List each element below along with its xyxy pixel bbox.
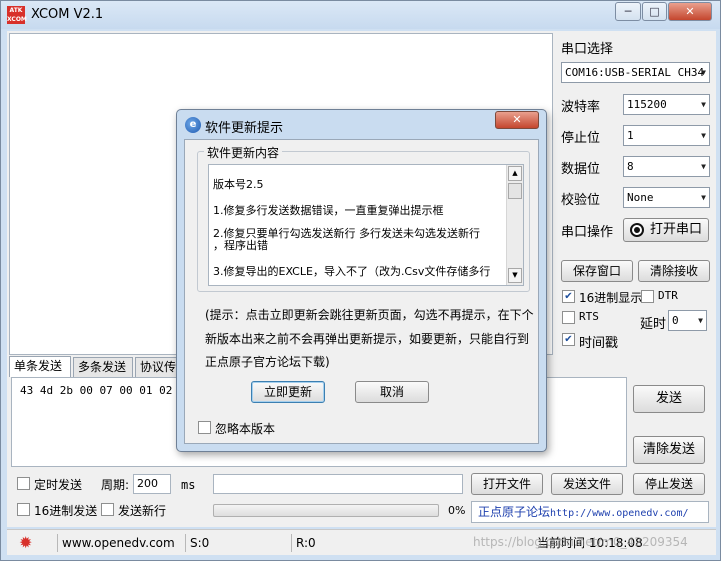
chevron-down-icon: ▼ (701, 193, 706, 202)
parity-label: 校验位 (561, 193, 601, 208)
logo-text-top: ATK (9, 7, 23, 14)
tab-multi-send[interactable]: 多条发送 (73, 357, 133, 377)
ignore-version-checkbox[interactable] (198, 421, 211, 434)
rts-checkbox[interactable] (562, 311, 575, 324)
notes-version: 版本号2.5 (213, 178, 264, 191)
notes-item-2-line-2: ，程序出错 (213, 239, 268, 252)
stopbit-label: 停止位 (561, 131, 601, 146)
scroll-up-icon[interactable]: ▲ (508, 166, 522, 181)
timestamp-checkbox[interactable]: ✔ (562, 333, 575, 346)
chevron-down-icon: ▼ (701, 162, 706, 171)
tab-single-send[interactable]: 单条发送 (9, 356, 71, 377)
port-status-icon (630, 223, 644, 237)
send-newline-label: 发送新行 (118, 504, 167, 518)
progress-text: 0% (448, 504, 466, 517)
forum-link-url: http://www.openedv.com/ (550, 508, 689, 519)
scroll-down-icon[interactable]: ▼ (508, 268, 522, 283)
ms-label: ms (181, 478, 196, 492)
forum-link[interactable]: 正点原子论坛http://www.openedv.com/ (471, 501, 709, 523)
send-progress-bar (213, 504, 439, 517)
timestamp-label: 时间戳 (579, 336, 619, 351)
hex-display-checkbox[interactable]: ✔ (562, 290, 575, 303)
stopbit-value: 1 (627, 129, 634, 142)
gear-icon[interactable]: ✹ (19, 534, 32, 552)
rts-label: RTS (579, 310, 599, 323)
stopbit-select[interactable]: 1 ▼ (623, 125, 710, 146)
ignore-version-label: 忽略本版本 (215, 422, 276, 436)
databit-label: 数据位 (561, 162, 601, 177)
save-window-button[interactable]: 保存窗口 (561, 260, 633, 282)
dialog-close-button[interactable]: ✕ (495, 111, 539, 129)
open-port-button[interactable]: 打开串口 (623, 218, 709, 242)
hex-send-checkbox[interactable] (17, 503, 30, 516)
send-file-button[interactable]: 发送文件 (551, 473, 623, 495)
stop-send-button[interactable]: 停止发送 (633, 473, 705, 495)
hint-line-3: 正点原子官方论坛下载) (205, 355, 330, 369)
group-title: 软件更新内容 (204, 144, 283, 161)
port-select-value: COM16:USB-SERIAL CH34 (565, 66, 705, 79)
period-label: 周期: (101, 478, 130, 492)
clear-receive-button[interactable]: 清除接收 (638, 260, 710, 282)
delay-select[interactable]: 0 ▼ (668, 310, 707, 331)
notes-scrollbar[interactable]: ▲ ▼ (506, 165, 523, 285)
hint-line-1: (提示：点击立即更新会跳往更新页面，勾选不再提示，在下个 (205, 308, 534, 322)
chevron-down-icon: ▼ (701, 131, 706, 140)
hex-display-label: 16进制显示 (579, 291, 643, 305)
cancel-button[interactable]: 取消 (355, 381, 429, 403)
delay-label: 延时 (640, 317, 667, 332)
send-newline-checkbox[interactable] (101, 503, 114, 516)
minimize-button[interactable]: ─ (615, 2, 641, 21)
baud-select[interactable]: 115200 ▼ (623, 94, 710, 115)
update-icon: e (185, 117, 201, 133)
hint-line-2: 新版本出来之前不会再弹出更新提示，如要更新，只能自行到 (205, 332, 530, 346)
delay-value: 0 (672, 314, 679, 327)
watermark: https://blog.csdn.net/m0_42209354 (473, 535, 688, 549)
databit-value: 8 (627, 160, 634, 173)
dtr-label: DTR (658, 289, 678, 302)
open-port-button-label: 打开串口 (650, 222, 703, 237)
timed-send-label: 定时发送 (34, 478, 83, 492)
open-file-button[interactable]: 打开文件 (471, 473, 543, 495)
period-input[interactable]: 200 (133, 474, 171, 494)
port-select[interactable]: COM16:USB-SERIAL CH34 ▼ (561, 62, 710, 83)
title-bar[interactable]: ATK XCOM XCOM V2.1 ─ □ ✕ (1, 1, 720, 29)
chevron-down-icon: ▼ (701, 100, 706, 109)
maximize-button[interactable]: □ (642, 2, 667, 21)
app-title: XCOM V2.1 (31, 7, 104, 22)
send-button[interactable]: 发送 (633, 385, 705, 413)
dialog-body: 软件更新内容 版本号2.5 1.修复多行发送数据错误，一直重复弹出提示框 2.修… (184, 139, 539, 444)
baud-label: 波特率 (561, 100, 601, 115)
chevron-down-icon: ▼ (698, 316, 703, 325)
port-op-label: 串口操作 (561, 225, 614, 240)
file-path-input[interactable] (213, 474, 463, 494)
status-sent: S:0 (185, 534, 291, 552)
main-window: ATK XCOM XCOM V2.1 ─ □ ✕ 串口选择 COM16:USB-S… (0, 0, 721, 561)
clear-send-button[interactable]: 清除发送 (633, 436, 705, 464)
notes-item-3: 3.修复导出的EXCLE，导入不了（改为.Csv文件存储多行 (213, 265, 491, 278)
update-notes-area[interactable]: 版本号2.5 1.修复多行发送数据错误，一直重复弹出提示框 2.修复只要单行勾选… (208, 164, 524, 286)
parity-value: None (627, 191, 654, 204)
scroll-thumb[interactable] (508, 183, 522, 199)
dtr-checkbox[interactable] (641, 290, 654, 303)
chevron-down-icon: ▼ (701, 68, 706, 77)
databit-select[interactable]: 8 ▼ (623, 156, 710, 177)
update-content-group: 软件更新内容 版本号2.5 1.修复多行发送数据错误，一直重复弹出提示框 2.修… (197, 144, 530, 292)
timed-send-checkbox[interactable] (17, 477, 30, 490)
logo-text-bottom: XCOM (7, 16, 27, 23)
port-select-label: 串口选择 (561, 42, 614, 57)
update-dialog: e 软件更新提示 ✕ 软件更新内容 版本号2.5 1.修复多行发送数据错误，一直… (176, 109, 547, 452)
app-logo-icon: ATK XCOM (7, 6, 27, 24)
close-button[interactable]: ✕ (668, 2, 712, 21)
parity-select[interactable]: None ▼ (623, 187, 710, 208)
update-now-button[interactable]: 立即更新 (251, 381, 325, 403)
notes-item-1: 1.修复多行发送数据错误，一直重复弹出提示框 (213, 204, 444, 217)
hex-send-label: 16进制发送 (34, 504, 98, 518)
forum-link-label: 正点原子论坛 (478, 505, 551, 519)
baud-value: 115200 (627, 98, 667, 111)
dialog-title: 软件更新提示 (205, 121, 284, 136)
status-site[interactable]: www.openedv.com (57, 534, 185, 552)
